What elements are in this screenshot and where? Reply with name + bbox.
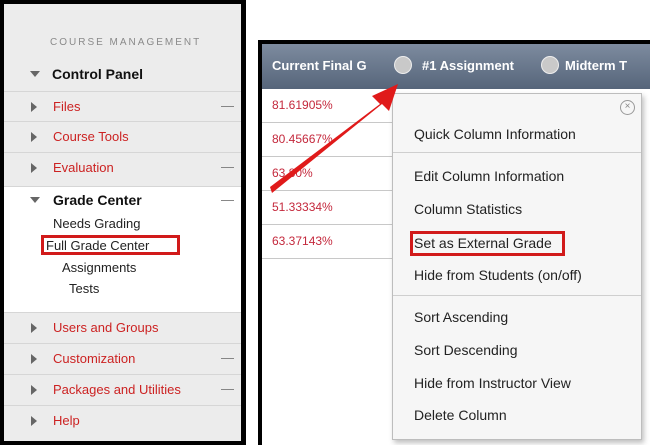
grade-cell[interactable]: 51.33334% [272, 200, 333, 214]
column-header-assignment-1[interactable]: #1 Assignment [422, 58, 514, 73]
expand-triangle-icon [31, 102, 37, 112]
expand-triangle-icon [31, 163, 37, 173]
column-menu-chevron-icon[interactable] [394, 56, 412, 74]
tests-link[interactable]: Tests [69, 281, 99, 296]
expand-triangle-icon [31, 354, 37, 364]
collapse-dash-icon[interactable]: — [221, 192, 234, 207]
menu-item-column-statistics[interactable]: Column Statistics [414, 201, 522, 217]
menu-item-sort-descending[interactable]: Sort Descending [414, 342, 518, 358]
collapse-dash-icon[interactable]: — [221, 350, 234, 365]
sidebar-item-label: Users and Groups [53, 320, 159, 335]
column-header-bar: Current Final G #1 Assignment Midterm T [262, 44, 650, 89]
close-icon[interactable]: × [620, 100, 635, 115]
column-context-menu: × Quick Column Information Edit Column I… [392, 93, 642, 440]
grade-cell[interactable]: 63.37143% [272, 234, 333, 248]
expand-triangle-icon [31, 416, 37, 426]
menu-item-delete-column[interactable]: Delete Column [414, 407, 507, 423]
sidebar-item-label: Course Tools [53, 129, 129, 144]
sidebar-item-help[interactable]: Help [4, 405, 241, 436]
grade-cell[interactable]: 80.45667% [272, 132, 333, 146]
sidebar-item-label: Customization [53, 351, 136, 366]
menu-item-hide-from-students[interactable]: Hide from Students (on/off) [414, 267, 582, 283]
collapse-dash-icon[interactable]: — [221, 381, 234, 396]
table-row[interactable]: 51.33334% [262, 191, 392, 225]
sidebar-item-course-tools[interactable]: Course Tools [4, 121, 241, 152]
collapse-dash-icon[interactable]: — [221, 98, 234, 113]
table-row[interactable]: 81.61905% [262, 89, 392, 123]
sidebar-item-files[interactable]: Files — [4, 91, 241, 122]
column-header-midterm[interactable]: Midterm T [565, 58, 627, 73]
sidebar-item-label: Files [53, 99, 81, 114]
highlight-box [41, 235, 180, 255]
sidebar-item-label: Packages and Utilities [53, 382, 181, 397]
grade-cell[interactable]: 81.61905% [272, 98, 333, 112]
collapse-triangle-icon[interactable] [30, 71, 40, 77]
grade-center-title[interactable]: Grade Center [53, 192, 142, 208]
grade-center-section: Grade Center — Needs Grading Full Grade … [4, 186, 241, 313]
column-menu-chevron-icon[interactable] [541, 56, 559, 74]
highlight-box [410, 231, 565, 256]
sidebar-item-customization[interactable]: Customization — [4, 343, 241, 374]
grade-center-grid-panel: Current Final G #1 Assignment Midterm T … [258, 40, 650, 445]
expand-triangle-icon [31, 323, 37, 333]
sidebar-item-packages-and-utilities[interactable]: Packages and Utilities — [4, 374, 241, 405]
menu-item-edit-column-information[interactable]: Edit Column Information [414, 168, 564, 184]
column-header-current-final-grade[interactable]: Current Final G [272, 58, 367, 73]
menu-item-hide-from-instructor-view[interactable]: Hide from Instructor View [414, 375, 571, 391]
sidebar-item-label: Help [53, 413, 80, 428]
expand-triangle-icon [31, 385, 37, 395]
menu-divider [393, 152, 641, 153]
grade-cell[interactable]: 63.80% [272, 166, 313, 180]
expand-triangle-icon [31, 132, 37, 142]
menu-item-quick-column-information[interactable]: Quick Column Information [414, 126, 576, 142]
assignments-link[interactable]: Assignments [62, 260, 136, 275]
sidebar-item-evaluation[interactable]: Evaluation — [4, 152, 241, 183]
table-row[interactable]: 63.80% [262, 157, 392, 191]
menu-item-sort-ascending[interactable]: Sort Ascending [414, 309, 508, 325]
sidebar-item-label: Evaluation [53, 160, 114, 175]
course-management-heading: COURSE MANAGEMENT [50, 37, 202, 48]
collapse-triangle-icon[interactable] [30, 197, 40, 203]
course-management-panel: COURSE MANAGEMENT Control Panel Files — … [0, 0, 246, 445]
collapse-dash-icon[interactable]: — [221, 159, 234, 174]
sidebar-item-users-and-groups[interactable]: Users and Groups [4, 312, 241, 343]
needs-grading-link[interactable]: Needs Grading [53, 216, 140, 231]
menu-divider [393, 295, 641, 296]
table-row[interactable]: 63.37143% [262, 225, 392, 259]
table-row[interactable]: 80.45667% [262, 123, 392, 157]
control-panel-title: Control Panel [52, 66, 144, 82]
